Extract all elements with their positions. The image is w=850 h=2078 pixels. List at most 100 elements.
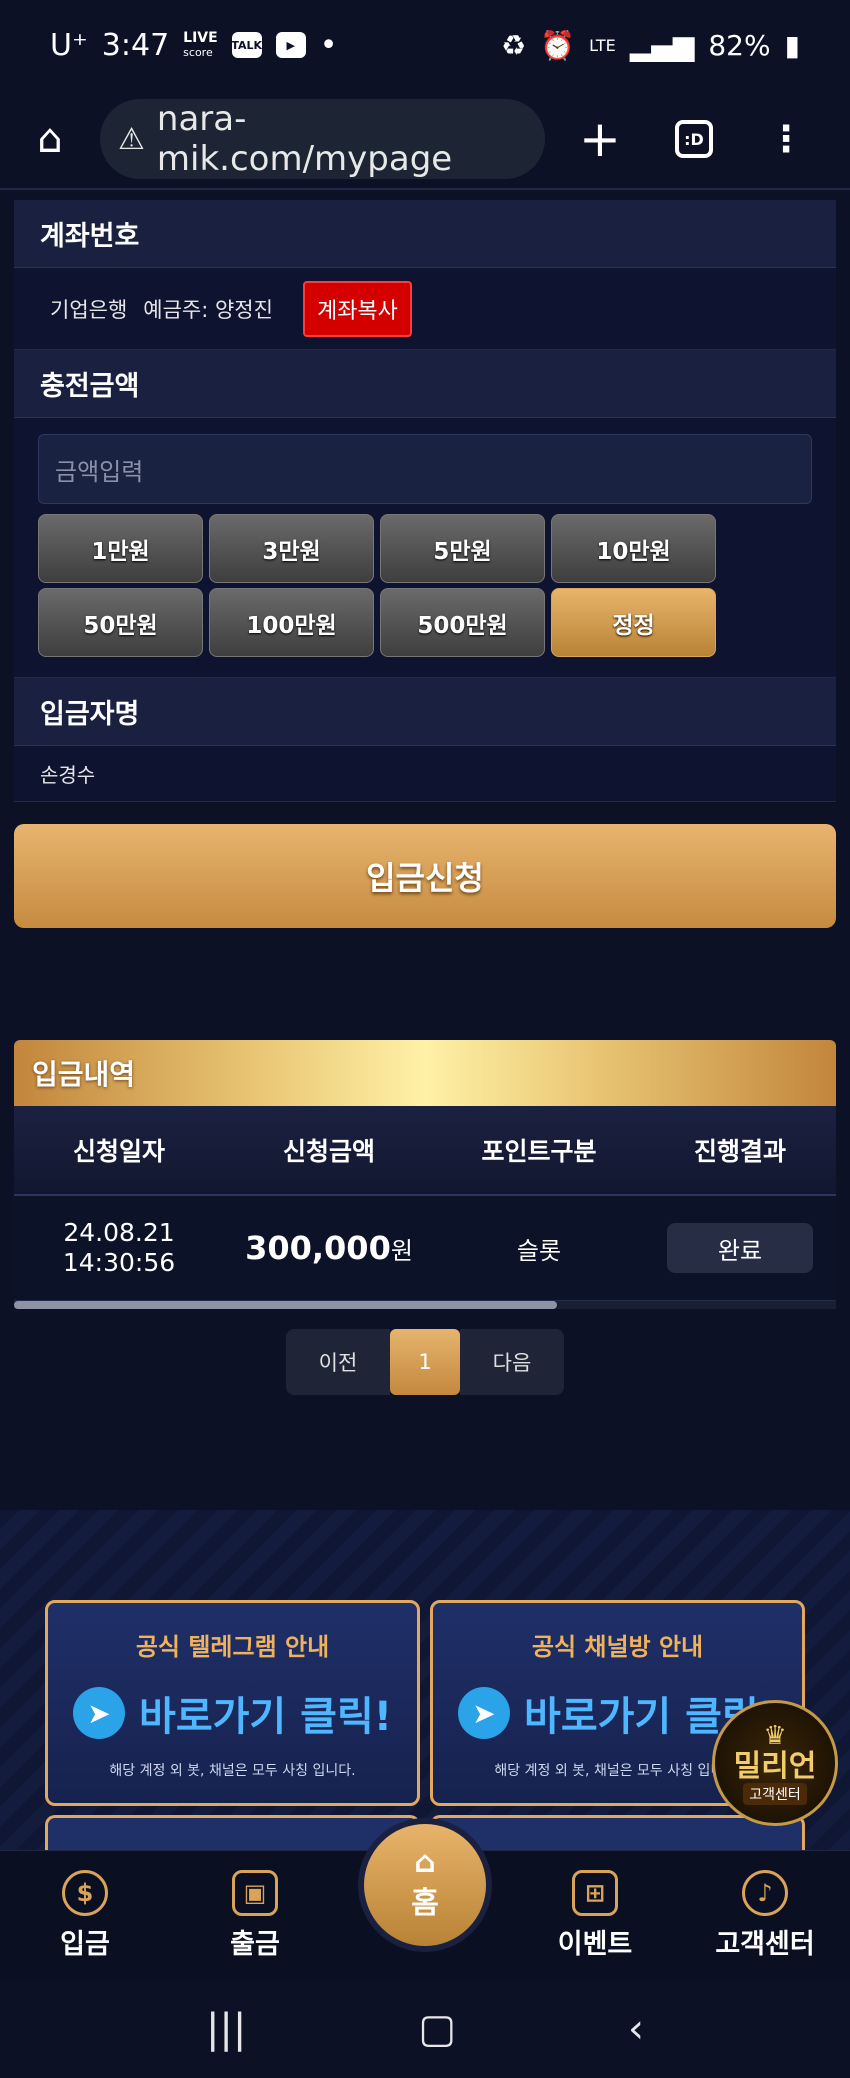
table-header: 신청일자 신청금액 포인트구분 진행결과 [14,1106,836,1196]
next-page-button[interactable]: 다음 [460,1329,564,1395]
row-type: 슬롯 [516,1236,562,1265]
row-date: 24.08.21 [63,1218,175,1247]
nav-event-label: 이벤트 [557,1929,633,1960]
nav-withdraw[interactable]: ▣ 출금 [170,1870,340,1961]
row-time: 14:30:56 [62,1248,176,1277]
amount-chips: 1만원 3만원 5만원 10만원 50만원 100만원 500만원 정정 [38,514,812,657]
nav-event[interactable]: ⊞ 이벤트 [510,1870,680,1961]
deposit-form: 계좌번호 기업은행 예금주: 양정진 계좌복사 충전금액 금액입력 1만원 3만… [14,200,836,928]
banner-cta: ➤ 바로가기 클릭! [48,1684,417,1742]
charge-header: 충전금액 [14,350,836,418]
banner-note: 해당 계정 외 봇, 채널은 모두 사칭 입니다. [109,1763,356,1779]
nav-home-button[interactable]: ⌂ 홈 [358,1818,492,1952]
banner-peek[interactable] [45,1815,420,1855]
home-icon[interactable]: ⌂ [20,116,80,162]
nav-deposit[interactable]: $ 입금 [0,1870,170,1961]
status-bar: U⁺ 3:47 LIVE score TALK ▶ • ♻ ⏰ LTE ▂▄▆ 8… [0,0,850,90]
reset-amount-button[interactable]: 정정 [551,588,716,657]
account-row: 기업은행 예금주: 양정진 계좌복사 [14,268,836,350]
charge-body: 금액입력 1만원 3만원 5만원 10만원 50만원 100만원 500만원 정… [14,418,836,678]
deposit-history: 입금내역 신청일자 신청금액 포인트구분 진행결과 24.08.21 14:30… [14,1040,836,1395]
clock: 3:47 [101,27,170,63]
status-left: U⁺ 3:47 LIVE score TALK ▶ • [50,28,337,63]
status-right: ♻ ⏰ LTE ▂▄▆ 82% ▮ [501,29,800,62]
current-page-button[interactable]: 1 [390,1329,460,1395]
nav-withdraw-label: 출금 [230,1929,280,1960]
home-icon: ⌂ [414,1845,436,1880]
date-cell: 24.08.21 14:30:56 [14,1218,224,1278]
address-bar[interactable]: ⚠ nara-mik.com/mypage [100,99,545,179]
column-date: 신청일자 [72,1137,165,1166]
nav-support-label: 고객센터 [715,1929,815,1960]
scrollbar-thumb[interactable] [14,1301,557,1309]
deposit-submit-button[interactable]: 입금신청 [14,824,836,928]
bank-name: 기업은행 [50,297,128,322]
amount-cell: 300,000원 [224,1229,434,1267]
system-nav-bar: ||| ▢ ‹ [0,1980,850,2078]
wallet-icon: ▣ [232,1870,278,1916]
battery-saver-icon: ♻ [501,28,527,62]
telegram-banner[interactable]: 공식 텔레그램 안내 ➤ 바로가기 클릭! 해당 계정 외 봇, 채널은 모두 … [45,1600,420,1806]
gift-icon: ⊞ [572,1870,618,1916]
amount-chip-30000[interactable]: 3만원 [209,514,374,583]
notification-dot: • [319,27,338,63]
back-icon[interactable]: ‹ [628,2006,644,2052]
carrier-label: U⁺ [50,27,88,63]
alarm-icon: ⏰ [540,28,576,62]
status-cell: 완료 [644,1223,836,1273]
amount-chip-100000[interactable]: 10만원 [551,514,716,583]
amount-chip-1000000[interactable]: 100만원 [209,588,374,657]
horizontal-scrollbar[interactable] [14,1301,836,1309]
row-amount: 300,000 [245,1229,391,1267]
amount-chip-10000[interactable]: 1만원 [38,514,203,583]
nav-deposit-label: 입금 [60,1929,110,1960]
warning-icon: ⚠ [118,121,145,157]
network-label: LTE [589,35,616,55]
telegram-icon: ➤ [458,1687,511,1739]
bell-icon: ♪ [742,1870,788,1916]
cs-badge-title: 밀리언 [733,1749,817,1784]
account-header: 계좌번호 [14,200,836,268]
table-row: 24.08.21 14:30:56 300,000원 슬롯 완료 [14,1196,836,1301]
tab-switcher-button[interactable]: :D [675,120,713,158]
home-circle-icon[interactable]: ▢ [418,2006,456,2052]
banner-peek[interactable] [430,1815,805,1855]
amount-chip-500000[interactable]: 50만원 [38,588,203,657]
talk-icon: TALK [231,32,262,58]
copy-account-button[interactable]: 계좌복사 [302,280,412,337]
prev-page-button[interactable]: 이전 [286,1329,390,1395]
status-badge: 완료 [667,1223,813,1273]
telegram-icon: ➤ [73,1687,126,1739]
url-text: nara-mik.com/mypage [156,99,453,179]
cs-badge-sub: 고객센터 [743,1783,807,1805]
recent-apps-icon[interactable]: ||| [206,2006,246,2052]
more-vert-icon[interactable]: ⋮ [768,119,804,160]
nav-home-label: 홈 [411,1886,439,1921]
dollar-coin-icon: $ [62,1870,108,1916]
account-holder: 예금주: 양정진 [143,297,273,322]
history-title: 입금내역 [14,1040,836,1106]
customer-center-badge[interactable]: ♛ 밀리언 고객센터 [712,1700,838,1826]
signal-icon: ▂▄▆ [629,28,695,62]
amount-chip-5000000[interactable]: 500만원 [380,588,545,657]
column-status: 진행결과 [693,1137,786,1166]
banner-title: 공식 채널방 안내 [531,1633,704,1661]
youtube-icon: ▶ [275,32,306,58]
browser-toolbar: ⌂ ⚠ nara-mik.com/mypage + :D ⋮ [0,90,850,190]
column-point-type: 포인트구분 [481,1137,597,1166]
row-amount-unit: 원 [390,1237,413,1265]
column-amount: 신청금액 [282,1137,375,1166]
new-tab-button[interactable]: + [575,110,625,168]
amount-chip-50000[interactable]: 5만원 [380,514,545,583]
battery-percent: 82% [708,28,771,62]
depositor-name: 손경수 [14,746,836,802]
banner-title: 공식 텔레그램 안내 [135,1633,330,1661]
crown-icon: ♛ [763,1721,787,1751]
livescore-icon: LIVE score [183,29,218,59]
nav-support[interactable]: ♪ 고객센터 [680,1870,850,1961]
depositor-header: 입금자명 [14,678,836,746]
battery-icon: ▮ [784,28,800,62]
pagination: 이전 1 다음 [14,1329,836,1395]
banner-cta-label: 바로가기 클릭! [139,1694,392,1740]
amount-input[interactable]: 금액입력 [38,434,812,504]
